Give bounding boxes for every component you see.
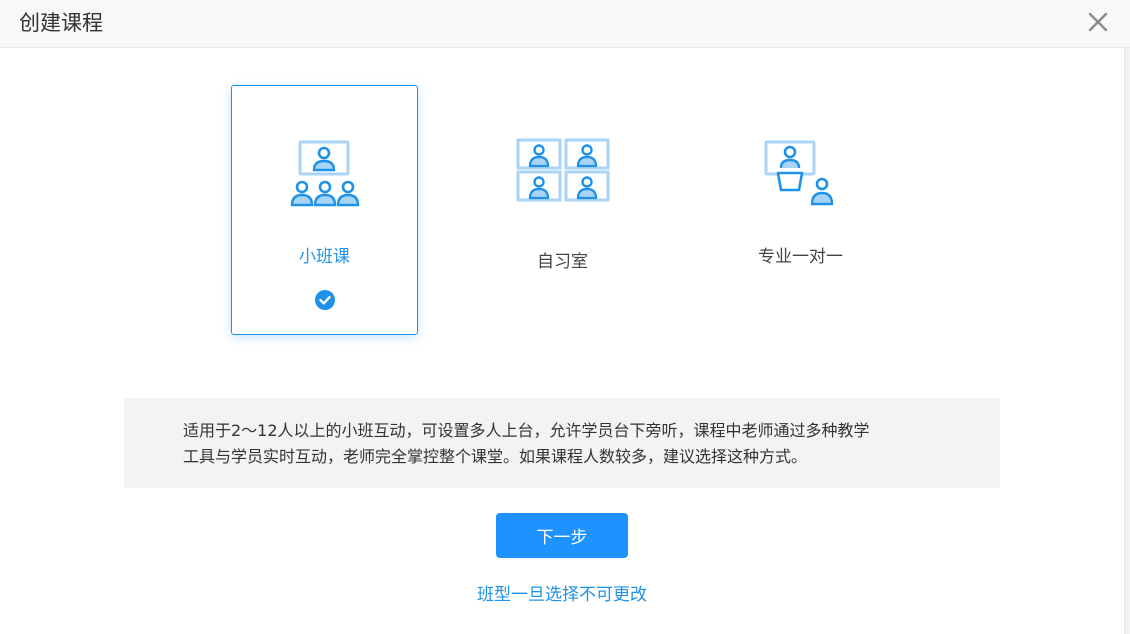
option-label: 专业一对一 <box>758 247 843 267</box>
option-one-on-one[interactable]: 专业一对一 <box>707 85 894 335</box>
description-box: 适用于2～12人以上的小班互动，可设置多人上台，允许学员台下旁听，课程中老师通过… <box>124 398 1000 488</box>
dialog-title: 创建课程 <box>19 11 103 35</box>
option-label: 自习室 <box>537 252 588 272</box>
option-small-class[interactable]: 小班课 <box>231 85 418 335</box>
description-text: 适用于2～12人以上的小班互动，可设置多人上台，允许学员台下旁听，课程中老师通过… <box>183 418 943 470</box>
scrollbar-track[interactable] <box>1124 48 1130 634</box>
option-study-room[interactable]: 自习室 <box>469 85 656 335</box>
option-label: 小班课 <box>299 247 350 267</box>
one-on-one-icon <box>764 140 834 206</box>
close-button[interactable] <box>1084 8 1112 36</box>
description-line: 适用于2～12人以上的小班互动，可设置多人上台，允许学员台下旁听，课程中老师通过… <box>183 421 870 440</box>
checkmark-icon <box>315 290 335 310</box>
class-type-note: 班型一旦选择不可更改 <box>477 585 647 605</box>
create-course-dialog: 创建课程 小班课 自习室 专业一对一 适用于2～12人以上的小班互动，可设置多人… <box>0 0 1130 634</box>
next-step-button[interactable]: 下一步 <box>496 513 628 558</box>
description-line: 工具与学员实时互动，老师完全掌控整个课堂。如果课程人数较多，建议选择这种方式。 <box>183 447 808 466</box>
small-class-icon <box>290 140 360 207</box>
study-room-icon <box>516 138 610 202</box>
close-icon <box>1088 12 1108 32</box>
dialog-header: 创建课程 <box>0 0 1130 48</box>
